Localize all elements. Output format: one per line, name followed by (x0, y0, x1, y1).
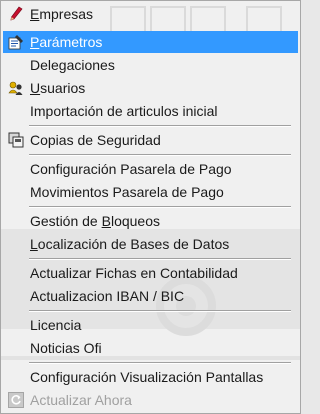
menu-item-label: Usuarios (30, 80, 86, 96)
menu-item-label: Gestión de Bloqueos (30, 213, 160, 229)
parameters-icon (8, 34, 24, 50)
menu-item-label: Copias de Seguridad (30, 132, 161, 148)
menu-item-label: Actualizar Ahora (30, 392, 132, 408)
menu-item-label: Localización de Bases de Datos (30, 236, 230, 252)
menu-separator (29, 310, 291, 312)
menu-item-copias-seguridad[interactable]: Copias de Seguridad (3, 129, 298, 151)
menu-item-localizacion-bd[interactable]: Localización de Bases de Datos (3, 233, 298, 255)
menu-item-label: Importación de articulos inicial (30, 103, 218, 119)
menu-item-noticias[interactable]: Noticias Ofi (3, 337, 298, 359)
menu-item-label: Configuración Pasarela de Pago (30, 161, 232, 177)
menu-item-actualizar-ahora[interactable]: Actualizar Ahora (3, 389, 298, 411)
refresh-icon (8, 392, 24, 408)
dropdown-menu: Empresas Parámetros Delegaciones Usuario… (0, 0, 301, 414)
menu-item-label: Noticias Ofi (30, 340, 102, 356)
menu-separator (29, 125, 291, 127)
menu-item-label: Movimientos Pasarela de Pago (30, 184, 224, 200)
menu-item-importacion[interactable]: Importación de articulos inicial (3, 100, 298, 122)
menu-item-actualizacion-iban[interactable]: Actualizacion IBAN / BIC (3, 285, 298, 307)
menu-item-label: Licencia (30, 317, 82, 333)
users-icon (8, 80, 24, 96)
menu-item-label: Actualizar Fichas en Contabilidad (30, 265, 238, 281)
menu-separator (29, 154, 291, 156)
pencil-icon (8, 6, 24, 22)
menu-item-empresas[interactable]: Empresas (3, 3, 298, 25)
menu-item-config-pasarela[interactable]: Configuración Pasarela de Pago (3, 158, 298, 180)
menu-item-movimientos-pasarela[interactable]: Movimientos Pasarela de Pago (3, 181, 298, 203)
menu-separator (29, 206, 291, 208)
menu-item-usuarios[interactable]: Usuarios (3, 77, 298, 99)
menu-item-licencia[interactable]: Licencia (3, 314, 298, 336)
menu-item-label: Actualizacion IBAN / BIC (30, 288, 185, 304)
backup-icon (8, 132, 24, 148)
menu-separator (29, 258, 291, 260)
menu-item-delegaciones[interactable]: Delegaciones (3, 54, 298, 76)
menu-item-label: Empresas (30, 6, 94, 22)
menu-item-gestion-bloqueos[interactable]: Gestión de Bloqueos (3, 210, 298, 232)
menu-item-config-visualizacion[interactable]: Configuración Visualización Pantallas (3, 366, 298, 388)
menu-item-actualizar-fichas[interactable]: Actualizar Fichas en Contabilidad (3, 262, 298, 284)
menu-separator (29, 362, 291, 364)
menu-item-label: Configuración Visualización Pantallas (30, 369, 264, 385)
menu-item-label: Delegaciones (30, 57, 115, 73)
menu-item-label: Parámetros (30, 34, 103, 50)
menu-item-parametros[interactable]: Parámetros (3, 31, 298, 53)
